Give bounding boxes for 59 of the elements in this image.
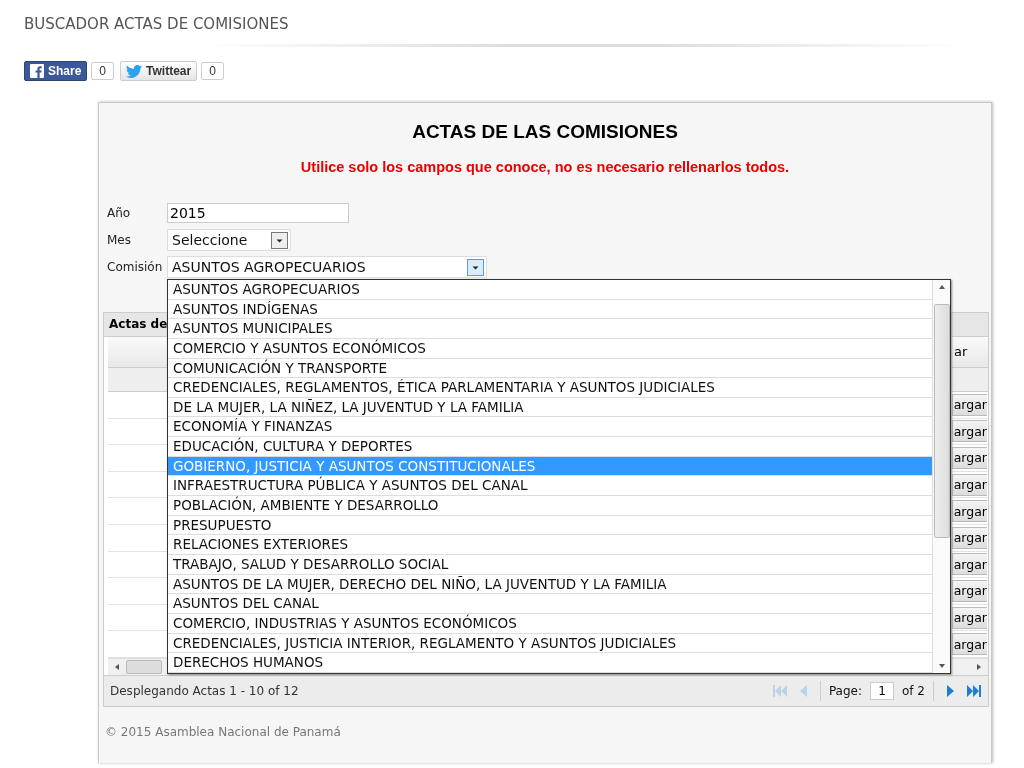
- download-button[interactable]: argar: [952, 579, 987, 602]
- download-button[interactable]: argar: [952, 633, 987, 656]
- dropdown-option[interactable]: COMERCIO, INDUSTRIAS Y ASUNTOS ECONÓMICOS: [168, 613, 932, 634]
- select-field[interactable]: ASUNTOS AGROPECUARIOS: [167, 256, 487, 278]
- dropdown-option[interactable]: ASUNTOS DEL CANAL: [168, 594, 932, 614]
- scroll-thumb[interactable]: [126, 659, 162, 674]
- page-label: Page:: [828, 683, 862, 698]
- download-button[interactable]: argar: [952, 500, 987, 523]
- notice-text: Utilice solo los campos que conoce, no es necesario rellenarlos todos.: [299, 159, 791, 175]
- dropdown-option[interactable]: EDUCACIÓN, CULTURA Y DEPORTES: [168, 437, 932, 457]
- dropdown-option[interactable]: POBLACIÓN, AMBIENTE Y DESARROLLO: [168, 496, 932, 516]
- page-title: BUSCADOR ACTAS DE COMISIONES: [24, 14, 290, 34]
- facebook-share-button[interactable]: Share: [24, 61, 88, 81]
- dropdown-option[interactable]: ASUNTOS MUNICIPALES: [168, 319, 932, 339]
- dropdown-option[interactable]: DE LA MUJER, LA NIÑEZ, LA JUVENTUD Y LA FAMILIA: [168, 397, 932, 418]
- dropdown-option[interactable]: CREDENCIALES, JUSTICIA INTERIOR, REGLAMENTO Y ASUNTOS JUDICIALES: [168, 633, 932, 654]
- tweet-button[interactable]: Twittear: [120, 61, 198, 81]
- panel-title: ACTAS DE LAS COMISIONES: [411, 121, 679, 143]
- download-button[interactable]: argar: [952, 393, 987, 416]
- scroll-right-icon[interactable]: [976, 662, 982, 671]
- dropdown-option[interactable]: TRABAJO, SALUD Y DESARROLLO SOCIAL: [168, 554, 932, 575]
- page-total: of 2: [902, 683, 925, 698]
- facebook-icon: [30, 64, 44, 78]
- dropdown-option[interactable]: ASUNTOS DE LA MUJER, DERECHO DEL NIÑO, LA JUVENTUD Y LA FAMILIA: [168, 574, 932, 595]
- record-summary: Desplegando Actas 1 - 10 of 12: [110, 683, 299, 698]
- vertical-scrollbar[interactable]: [932, 280, 950, 673]
- download-button[interactable]: argar: [952, 606, 987, 629]
- download-button[interactable]: argar: [952, 420, 987, 443]
- field-label: Comisión: [107, 260, 164, 274]
- share-count: 0: [201, 62, 224, 80]
- dropdown-option[interactable]: RELACIONES EXTERIORES: [168, 535, 932, 555]
- dropdown-option[interactable]: ASUNTOS AGROPECUARIOS: [168, 280, 932, 300]
- download-button[interactable]: argar: [952, 553, 987, 576]
- dropdown-option[interactable]: ASUNTOS INDÍGENAS: [168, 299, 932, 320]
- field-label: Año: [107, 206, 132, 220]
- download-button[interactable]: argar: [952, 473, 987, 496]
- dropdown-option[interactable]: CREDENCIALES, REGLAMENTOS, ÉTICA PARLAMENTARIA Y ASUNTOS JUDICIALES: [168, 378, 932, 398]
- column-header: ar: [954, 343, 969, 361]
- download-button[interactable]: argar: [952, 447, 987, 469]
- dropdown-option[interactable]: COMUNICACIÓN Y TRANSPORTE: [168, 358, 932, 379]
- scroll-thumb[interactable]: [933, 304, 950, 538]
- dropdown-option[interactable]: DERECHOS HUMANOS: [168, 653, 932, 673]
- bird-icon: [126, 64, 143, 78]
- select-field[interactable]: Seleccione: [167, 229, 291, 251]
- last-page-icon[interactable]: [966, 683, 982, 698]
- download-button[interactable]: argar: [952, 526, 987, 549]
- scroll-down-icon[interactable]: [937, 663, 946, 669]
- page-number-field[interactable]: 1: [870, 681, 894, 700]
- grid-caption: Actas de: [109, 317, 168, 331]
- dropdown-option[interactable]: COMERCIO Y ASUNTOS ECONÓMICOS: [168, 338, 932, 359]
- field-label: Mes: [107, 233, 132, 247]
- copyright-text: © 2015 Asamblea Nacional de Panamá: [105, 724, 342, 739]
- dropdown-option[interactable]: PRESUPUESTO: [168, 515, 932, 536]
- scroll-up-icon[interactable]: [937, 284, 946, 290]
- dropdown-option[interactable]: ECONOMÍA Y FINANZAS: [168, 417, 932, 438]
- share-count: 0: [91, 62, 115, 80]
- year-field[interactable]: 2015: [167, 203, 349, 223]
- scroll-left-icon[interactable]: [114, 662, 120, 671]
- dropdown-option[interactable]: INFRAESTRUCTURA PÚBLICA Y ASUNTOS DEL CANAL: [168, 476, 932, 497]
